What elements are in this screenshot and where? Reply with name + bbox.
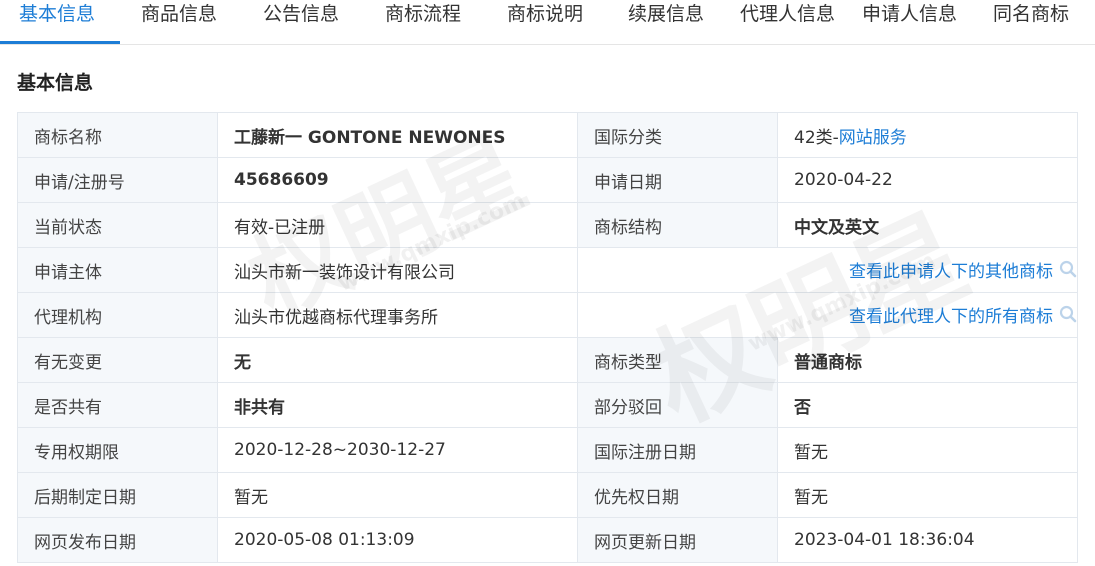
intl-class-link[interactable]: 网站服务 (839, 128, 907, 148)
tab-bar: 基本信息 商品信息 公告信息 商标流程 商标说明 续展信息 代理人信息 申请人信… (0, 0, 1095, 45)
intl-class-label: 国际分类 (577, 112, 778, 158)
priority-date-value: 暂无 (777, 472, 1078, 518)
tab-goods-info[interactable]: 商品信息 (141, 0, 217, 44)
partial-reject-value: 否 (777, 382, 1078, 428)
reg-no-label: 申请/注册号 (17, 157, 218, 203)
intl-class-cell: 42类-网站服务 (777, 112, 1078, 158)
agency-link-cell: 查看此代理人下的所有商标 (577, 292, 1078, 338)
trademark-name-label: 商标名称 (17, 112, 218, 158)
later-designation-date-value: 暂无 (217, 472, 578, 518)
change-label: 有无变更 (17, 337, 218, 383)
change-value: 无 (217, 337, 578, 383)
trademark-type-label: 商标类型 (577, 337, 778, 383)
intl-reg-date-value: 暂无 (777, 427, 1078, 473)
tab-announcement-info[interactable]: 公告信息 (263, 0, 339, 44)
trademark-name-value: 工藤新一 GONTONE NEWONES (217, 112, 578, 158)
applicant-value: 汕头市新一装饰设计有限公司 (217, 247, 578, 293)
update-date-value: 2023-04-01 18:36:04 (777, 517, 1078, 563)
basic-info-table: 商标名称 工藤新一 GONTONE NEWONES 国际分类 42类-网站服务 … (17, 112, 1078, 563)
tab-applicant-info[interactable]: 申请人信息 (862, 0, 957, 44)
priority-date-label: 优先权日期 (577, 472, 778, 518)
reg-no-value: 45686609 (217, 157, 578, 203)
agency-all-trademarks-link[interactable]: 查看此代理人下的所有商标 (849, 307, 1053, 327)
exclusive-period-value: 2020-12-28~2030-12-27 (217, 427, 578, 473)
agency-value: 汕头市优越商标代理事务所 (217, 292, 578, 338)
structure-value: 中文及英文 (777, 202, 1078, 248)
search-icon[interactable] (1059, 305, 1077, 328)
applicant-label: 申请主体 (17, 247, 218, 293)
tab-basic-info[interactable]: 基本信息 (19, 0, 95, 44)
applicant-other-trademarks-link[interactable]: 查看此申请人下的其他商标 (849, 262, 1053, 282)
tab-trademark-description[interactable]: 商标说明 (507, 0, 583, 44)
table-row: 网页发布日期 2020-05-08 01:13:09 网页更新日期 2023-0… (17, 517, 1078, 563)
partial-reject-label: 部分驳回 (577, 382, 778, 428)
table-row: 当前状态 有效-已注册 商标结构 中文及英文 (17, 202, 1078, 248)
apply-date-value: 2020-04-22 (777, 157, 1078, 203)
table-row: 专用权期限 2020-12-28~2030-12-27 国际注册日期 暂无 (17, 427, 1078, 473)
structure-label: 商标结构 (577, 202, 778, 248)
exclusive-period-label: 专用权期限 (17, 427, 218, 473)
publish-date-value: 2020-05-08 01:13:09 (217, 517, 578, 563)
tab-renewal-info[interactable]: 续展信息 (628, 0, 704, 44)
status-label: 当前状态 (17, 202, 218, 248)
tab-trademark-process[interactable]: 商标流程 (385, 0, 461, 44)
later-designation-date-label: 后期制定日期 (17, 472, 218, 518)
section-title: 基本信息 (17, 72, 94, 94)
status-value: 有效-已注册 (217, 202, 578, 248)
table-row: 申请/注册号 45686609 申请日期 2020-04-22 (17, 157, 1078, 203)
shared-value: 非共有 (217, 382, 578, 428)
table-row: 是否共有 非共有 部分驳回 否 (17, 382, 1078, 428)
apply-date-label: 申请日期 (577, 157, 778, 203)
table-row: 申请主体 汕头市新一装饰设计有限公司 查看此申请人下的其他商标 (17, 247, 1078, 293)
table-row: 后期制定日期 暂无 优先权日期 暂无 (17, 472, 1078, 518)
intl-class-prefix: 42类- (794, 127, 839, 148)
trademark-type-value: 普通商标 (777, 337, 1078, 383)
active-tab-indicator (0, 41, 120, 44)
search-icon[interactable] (1059, 260, 1077, 283)
update-date-label: 网页更新日期 (577, 517, 778, 563)
applicant-link-cell: 查看此申请人下的其他商标 (577, 247, 1078, 293)
table-row: 有无变更 无 商标类型 普通商标 (17, 337, 1078, 383)
table-row: 商标名称 工藤新一 GONTONE NEWONES 国际分类 42类-网站服务 (17, 112, 1078, 158)
publish-date-label: 网页发布日期 (17, 517, 218, 563)
intl-reg-date-label: 国际注册日期 (577, 427, 778, 473)
agency-label: 代理机构 (17, 292, 218, 338)
tab-same-name-trademarks[interactable]: 同名商标 (993, 0, 1069, 44)
tab-agent-info[interactable]: 代理人信息 (740, 0, 835, 44)
table-row: 代理机构 汕头市优越商标代理事务所 查看此代理人下的所有商标 (17, 292, 1078, 338)
shared-label: 是否共有 (17, 382, 218, 428)
